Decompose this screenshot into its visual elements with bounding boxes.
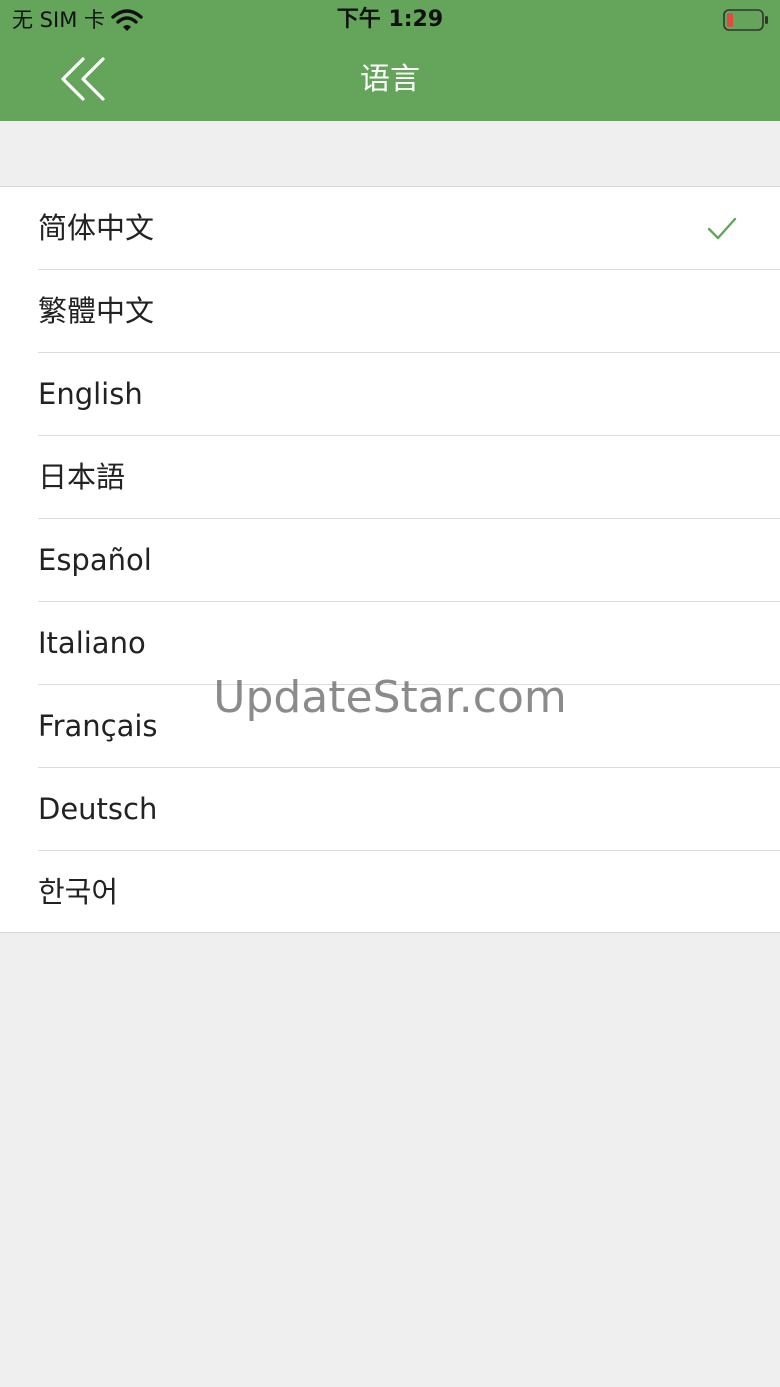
language-label: 繁體中文 xyxy=(38,294,155,328)
language-label: Italiano xyxy=(38,626,146,660)
language-item[interactable]: Français xyxy=(0,685,780,768)
navigation-header: 无 SIM 卡 下午 1:29 语言 xyxy=(0,0,780,121)
status-bar: 无 SIM 卡 下午 1:29 xyxy=(0,0,780,40)
language-label: English xyxy=(38,377,143,411)
page-title: 语言 xyxy=(360,62,420,97)
language-label: 简体中文 xyxy=(38,211,155,245)
language-label: Deutsch xyxy=(38,792,158,826)
language-item[interactable]: 简体中文 xyxy=(0,187,780,270)
language-item[interactable]: English xyxy=(0,353,780,436)
language-item[interactable]: 日本語 xyxy=(0,436,780,519)
language-item[interactable]: 繁體中文 xyxy=(0,270,780,353)
language-label: 한국어 xyxy=(38,875,119,909)
language-label: Español xyxy=(38,543,152,577)
language-item[interactable]: Italiano xyxy=(0,602,780,685)
language-list: 简体中文 繁體中文 English 日本語 Español Italiano F… xyxy=(0,186,780,933)
language-item[interactable]: Deutsch xyxy=(0,768,780,851)
battery-icon xyxy=(723,9,768,31)
language-label: Français xyxy=(38,709,158,743)
language-label: 日本語 xyxy=(38,460,126,494)
language-item[interactable]: Español xyxy=(0,519,780,602)
checkmark-icon xyxy=(707,217,737,240)
status-time: 下午 1:29 xyxy=(336,7,444,32)
language-item[interactable]: 한국어 xyxy=(0,851,780,934)
